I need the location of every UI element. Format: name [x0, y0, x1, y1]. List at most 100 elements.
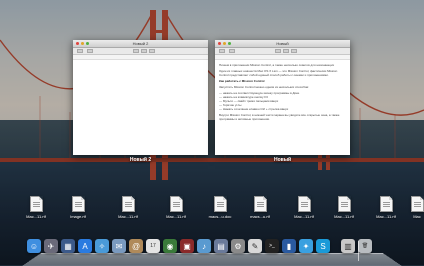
desktop-file[interactable]: Mac...11.rtf: [22, 196, 50, 219]
style-button[interactable]: [77, 49, 83, 53]
desktop-file[interactable]: Mac...11.rtf: [330, 196, 358, 219]
style-button[interactable]: [219, 49, 225, 53]
desktop-file[interactable]: Mac...11.rtf: [162, 196, 190, 219]
bold-button[interactable]: [133, 49, 139, 53]
file-name: Mac...11.rtf: [334, 214, 354, 219]
preview-glyph: ▤: [217, 241, 225, 251]
textedit-icon[interactable]: ✎: [248, 239, 262, 253]
system-preferences-glyph: ⚙: [234, 241, 242, 251]
desktop-file[interactable]: Mac...11.rtf: [372, 196, 400, 219]
document-icon: [253, 196, 267, 212]
desktop-file[interactable]: Image.rtf: [64, 196, 92, 219]
keynote-icon[interactable]: ▮: [282, 239, 296, 253]
window-thumbnail-new-2[interactable]: Новый 2: [73, 40, 208, 155]
mission-control-icon[interactable]: ▦: [61, 239, 75, 253]
textedit-toolbar: [215, 48, 350, 55]
file-name: macs...u.rtf: [250, 214, 270, 219]
doc-heading: Как работать с Mission Control: [219, 79, 265, 83]
contacts-icon[interactable]: @: [129, 239, 143, 253]
desktop-file[interactable]: Mac...11.rtf: [290, 196, 318, 219]
window-titlebar: Новый 2: [73, 40, 208, 48]
desktop-file[interactable]: Mac: [403, 196, 424, 219]
window-titlebar: Новый: [215, 40, 350, 48]
dock-separator: [358, 241, 359, 261]
terminal-icon[interactable]: >_: [265, 239, 279, 253]
desktop-file[interactable]: macs...u.rtf: [246, 196, 274, 219]
doc-paragraph: Запустить Mission Control можно одним из…: [219, 85, 309, 89]
desktop-file[interactable]: macs...u.doc: [206, 196, 234, 219]
launchpad-glyph: ✈: [47, 241, 55, 251]
terminal-glyph: >_: [269, 243, 275, 249]
twitter-glyph: ✦: [302, 241, 310, 251]
spacing-button[interactable]: [229, 49, 235, 53]
calendar-glyph: 17: [150, 243, 156, 249]
doc-paragraph: Внутри Mission Control, в нижней части э…: [219, 113, 340, 121]
facetime-glyph: ◉: [166, 241, 174, 251]
window-title: Новый 2: [132, 41, 149, 46]
file-name: Mac...11.rtf: [294, 214, 314, 219]
system-preferences-icon[interactable]: ⚙: [231, 239, 245, 253]
itunes-glyph: ♪: [202, 241, 206, 251]
skype-icon[interactable]: S: [316, 239, 330, 253]
skype-glyph: S: [320, 241, 326, 251]
italic-button[interactable]: [141, 49, 147, 53]
bold-button[interactable]: [275, 49, 281, 53]
file-name: Mac...11.rtf: [376, 214, 396, 219]
finder-glyph: ☺: [29, 241, 39, 251]
doc-paragraph: Один из главных новшеств Mac OS X Lion —…: [219, 69, 338, 77]
photo-booth-icon[interactable]: ▣: [180, 239, 194, 253]
itunes-icon[interactable]: ♪: [197, 239, 211, 253]
file-name: Mac...11.rtf: [26, 214, 46, 219]
italic-button[interactable]: [283, 49, 289, 53]
document-icon: [213, 196, 227, 212]
safari-icon[interactable]: ✧: [95, 239, 109, 253]
doc-list-item: — Нажать сочетание клавиш Ctrl + стрелка…: [219, 107, 289, 111]
window-title: Новый: [276, 41, 289, 46]
app-store-icon[interactable]: A: [78, 239, 92, 253]
document-body[interactable]: Пишем в приложении Mission Control, а та…: [215, 60, 350, 126]
desktop-file[interactable]: Mac...11.rtf: [114, 196, 142, 219]
keynote-glyph: ▮: [286, 241, 292, 251]
textedit-toolbar: [73, 48, 208, 55]
window-label-new-2: Новый 2: [129, 157, 152, 163]
mission-control-dim-overlay: [0, 0, 424, 265]
desktop-background: [0, 0, 424, 265]
window-label-new: Новый: [273, 157, 292, 163]
contacts-glyph: @: [131, 241, 141, 251]
dock-shelf: [22, 252, 402, 266]
document-icon: [410, 196, 424, 212]
mail-icon[interactable]: ✉: [112, 239, 126, 253]
mission-control-glyph: ▦: [64, 241, 72, 251]
underline-button[interactable]: [149, 49, 155, 53]
textedit-glyph: ✎: [251, 241, 259, 251]
document-icon: [121, 196, 135, 212]
trash-icon[interactable]: 🗑: [358, 239, 372, 253]
window-thumbnail-new[interactable]: Новый Пишем в приложении Mission Control…: [215, 40, 350, 155]
document-icon: [29, 196, 43, 212]
file-name: macs...u.doc: [208, 214, 232, 219]
app-store-glyph: A: [82, 241, 88, 251]
document-icon: [379, 196, 393, 212]
document-icon: [337, 196, 351, 212]
file-name: Mac...11.rtf: [166, 214, 186, 219]
document-icon: [297, 196, 311, 212]
safari-glyph: ✧: [98, 241, 106, 251]
finder-icon[interactable]: ☺: [27, 239, 41, 253]
file-name: Mac...11.rtf: [118, 214, 138, 219]
file-name: Mac: [413, 214, 421, 219]
twitter-icon[interactable]: ✦: [299, 239, 313, 253]
file-name: Image.rtf: [70, 214, 86, 219]
photo-booth-glyph: ▣: [183, 241, 191, 251]
launchpad-icon[interactable]: ✈: [44, 239, 58, 253]
calendar-icon[interactable]: 17: [146, 239, 160, 253]
downloads-stack-icon[interactable]: ▥: [341, 239, 355, 253]
document-body[interactable]: [73, 60, 208, 66]
document-icon: [71, 196, 85, 212]
trash-glyph: 🗑: [361, 243, 369, 249]
preview-icon[interactable]: ▤: [214, 239, 228, 253]
doc-paragraph: Пишем в приложении Mission Control, а та…: [219, 63, 335, 67]
spacing-button[interactable]: [87, 49, 93, 53]
facetime-icon[interactable]: ◉: [163, 239, 177, 253]
underline-button[interactable]: [291, 49, 297, 53]
downloads-stack-glyph: ▥: [344, 241, 352, 251]
